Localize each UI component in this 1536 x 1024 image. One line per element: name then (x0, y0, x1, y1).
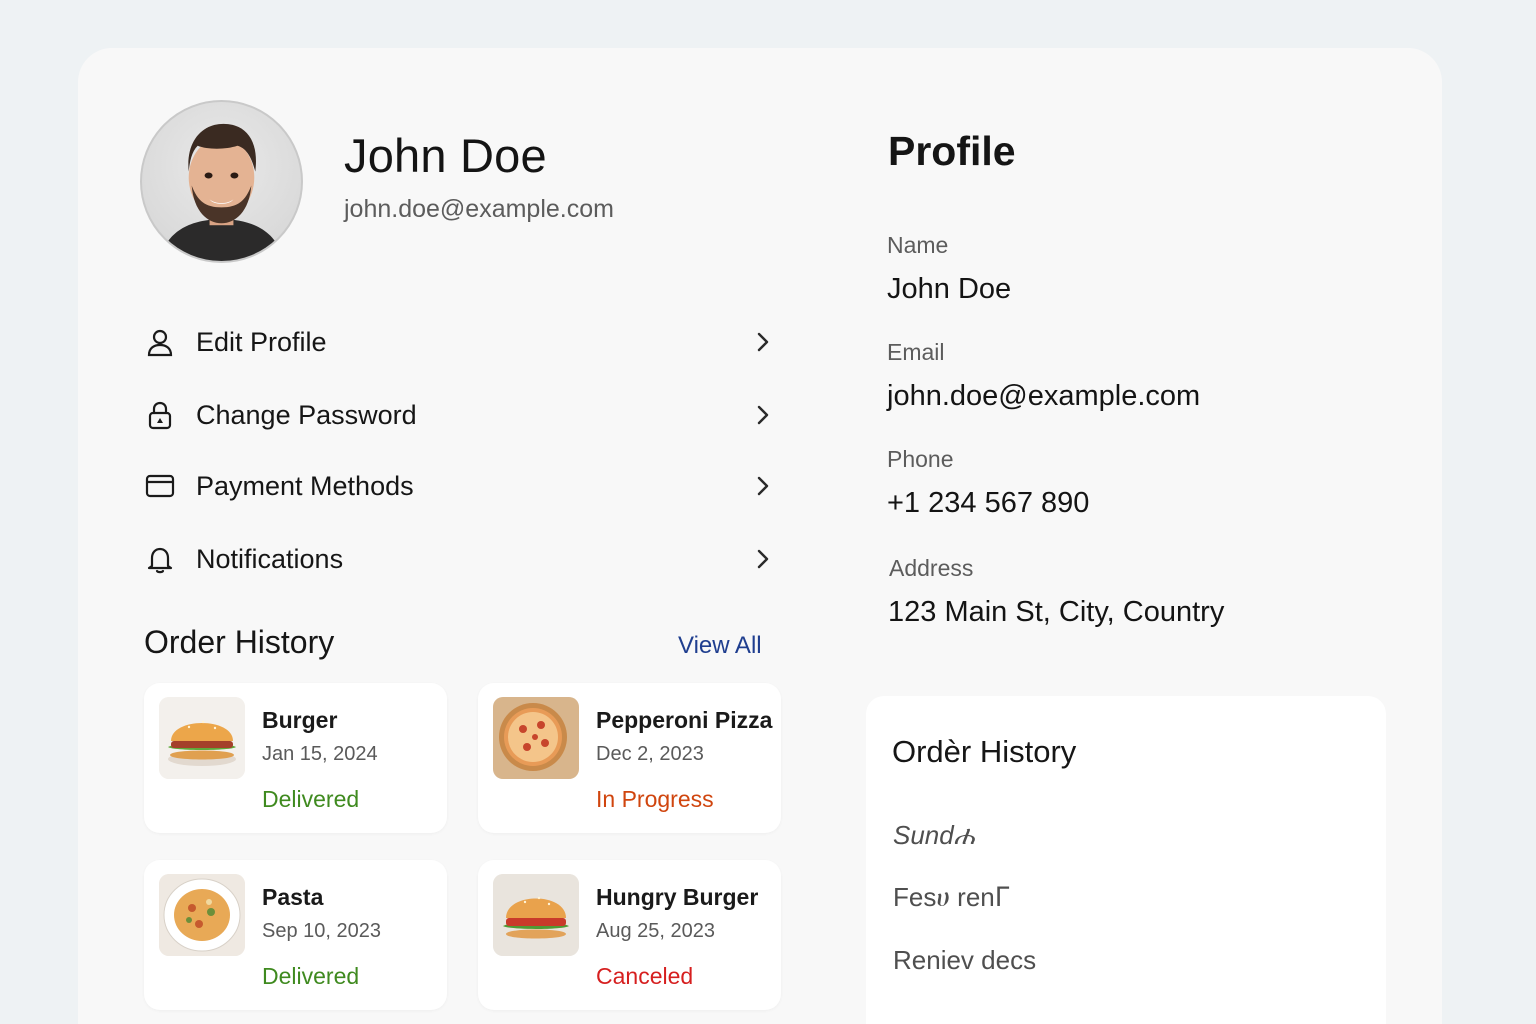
user-email: john.doe@example.com (344, 195, 614, 223)
order-history-panel-line: Reniev decs (893, 945, 1037, 975)
email-label: Email (887, 339, 945, 365)
credit-card-icon (142, 468, 178, 504)
order-name: Pasta (262, 884, 324, 910)
order-status: Delivered (262, 786, 360, 812)
lock-icon (142, 397, 178, 433)
menu-item-label: Notifications (196, 543, 344, 574)
chevron-right-icon (750, 547, 774, 571)
order-status: In Progress (596, 786, 714, 812)
order-history-panel-line: Sundሐ (893, 820, 975, 850)
order-card[interactable]: Pepperoni Pizza Dec 2, 2023 In Progress (478, 683, 781, 833)
order-date: Aug 25, 2023 (596, 920, 715, 942)
view-all-link[interactable]: View All (678, 632, 762, 660)
chevron-right-icon (750, 474, 774, 498)
avatar (140, 100, 303, 263)
user-name: John Doe (344, 129, 547, 182)
order-date: Dec 2, 2023 (596, 743, 704, 765)
chevron-right-icon (750, 403, 774, 427)
order-history-panel: Ordèr History Sundሐ Fesሀ renᒥ Reniev dec… (866, 696, 1386, 1024)
order-status: Canceled (596, 963, 694, 989)
menu-item-payment-methods[interactable]: Payment Methods (142, 450, 774, 522)
profile-title: Profile (888, 128, 1016, 174)
bell-icon (142, 541, 178, 577)
order-history-title: Order History (144, 624, 335, 660)
burger-thumbnail (159, 697, 245, 779)
chevron-right-icon (750, 330, 774, 354)
phone-value: +1 234 567 890 (887, 487, 1090, 519)
name-label: Name (887, 232, 949, 258)
menu-item-label: Edit Profile (196, 326, 327, 357)
order-card[interactable]: Burger Jan 15, 2024 Delivered (144, 683, 447, 833)
order-name: Burger (262, 707, 338, 733)
order-history-panel-line: Fesሀ renᒥ (893, 882, 1010, 912)
order-history-panel-title: Ordèr History (892, 734, 1077, 769)
user-icon (142, 324, 178, 360)
order-card[interactable]: Pasta Sep 10, 2023 Delivered (144, 860, 447, 1010)
pasta-thumbnail (159, 874, 245, 956)
pizza-thumbnail (493, 697, 579, 779)
menu-item-label: Change Password (196, 399, 417, 430)
menu-item-change-password[interactable]: Change Password (142, 379, 774, 451)
order-date: Jan 15, 2024 (262, 743, 378, 765)
menu-item-notifications[interactable]: Notifications (142, 523, 774, 595)
email-value: john.doe@example.com (887, 380, 1201, 412)
address-label: Address (889, 555, 974, 581)
order-status: Delivered (262, 963, 360, 989)
phone-label: Phone (887, 446, 954, 472)
address-value: 123 Main St, City, Country (888, 596, 1225, 628)
order-name: Hungry Burger (596, 884, 759, 910)
order-name: Pepperoni Pizza (596, 707, 773, 733)
order-date: Sep 10, 2023 (262, 920, 381, 942)
menu-item-edit-profile[interactable]: Edit Profile (142, 306, 774, 378)
order-card[interactable]: Hungry Burger Aug 25, 2023 Canceled (478, 860, 781, 1010)
name-value: John Doe (887, 273, 1012, 305)
burger-thumbnail (493, 874, 579, 956)
menu-item-label: Payment Methods (196, 470, 414, 501)
